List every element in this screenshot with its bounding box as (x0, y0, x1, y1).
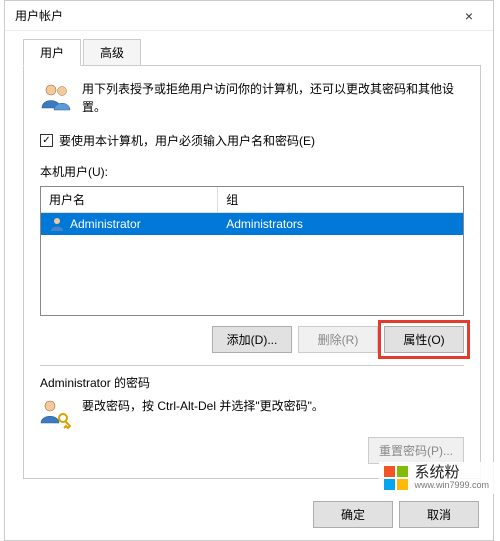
column-username[interactable]: 用户名 (41, 187, 218, 212)
title-bar: 用户帐户 × (5, 1, 493, 31)
user-list: 用户名 组 Administrator Admin (40, 186, 464, 316)
user-group: Administrators (226, 217, 303, 231)
cell-group: Administrators (218, 215, 463, 233)
tab-advanced[interactable]: 高级 (83, 39, 141, 66)
user-icon (49, 216, 65, 232)
ok-button[interactable]: 确定 (313, 501, 393, 528)
user-list-heading: 本机用户(U): (40, 163, 464, 180)
watermark-sub: www.win7999.com (414, 481, 489, 491)
intro-row: 用下列表授予或拒绝用户访问你的计算机，还可以更改其密码和其他设置。 (40, 80, 464, 116)
users-icon (40, 80, 72, 112)
user-name: Administrator (70, 217, 141, 231)
tab-user[interactable]: 用户 (23, 39, 81, 66)
tab-content: 用下列表授予或拒绝用户访问你的计算机，还可以更改其密码和其他设置。 ✓ 要使用本… (23, 66, 481, 479)
close-button[interactable]: × (449, 2, 489, 30)
window-title: 用户帐户 (15, 7, 63, 24)
watermark: 系统粉 www.win7999.com (379, 462, 494, 494)
require-password-row[interactable]: ✓ 要使用本计算机，用户必须输入用户名和密码(E) (40, 132, 464, 149)
intro-text: 用下列表授予或拒绝用户访问你的计算机，还可以更改其密码和其他设置。 (82, 80, 464, 116)
list-header: 用户名 组 (41, 187, 463, 213)
key-icon (40, 397, 72, 429)
remove-button[interactable]: 删除(R) (298, 326, 378, 353)
cancel-button[interactable]: 取消 (399, 501, 479, 528)
tab-strip: 用户 高级 (23, 39, 481, 66)
properties-button[interactable]: 属性(O) (384, 326, 464, 353)
require-password-checkbox[interactable]: ✓ (40, 134, 53, 147)
column-group[interactable]: 组 (218, 187, 463, 212)
list-item[interactable]: Administrator Administrators (41, 213, 463, 235)
password-heading: Administrator 的密码 (40, 374, 464, 391)
cell-name: Administrator (41, 214, 218, 234)
dialog-buttons: 确定 取消 (5, 491, 493, 540)
user-buttons-row: 添加(D)... 删除(R) 属性(O) (40, 326, 464, 353)
password-section: Administrator 的密码 要改密码，按 Ctrl-Alt-Del 并选… (40, 365, 464, 464)
windows-tiles-icon (384, 466, 408, 490)
add-button[interactable]: 添加(D)... (212, 326, 292, 353)
watermark-title: 系统粉 (414, 465, 489, 482)
user-accounts-dialog: 用户帐户 × 用户 高级 用下列表授予或拒绝用户访问你的计算机，还可以更改其密码… (4, 0, 494, 541)
reset-password-button[interactable]: 重置密码(P)... (368, 437, 464, 464)
password-text: 要改密码，按 Ctrl-Alt-Del 并选择"更改密码"。 (82, 397, 324, 414)
require-password-label: 要使用本计算机，用户必须输入用户名和密码(E) (59, 132, 315, 149)
